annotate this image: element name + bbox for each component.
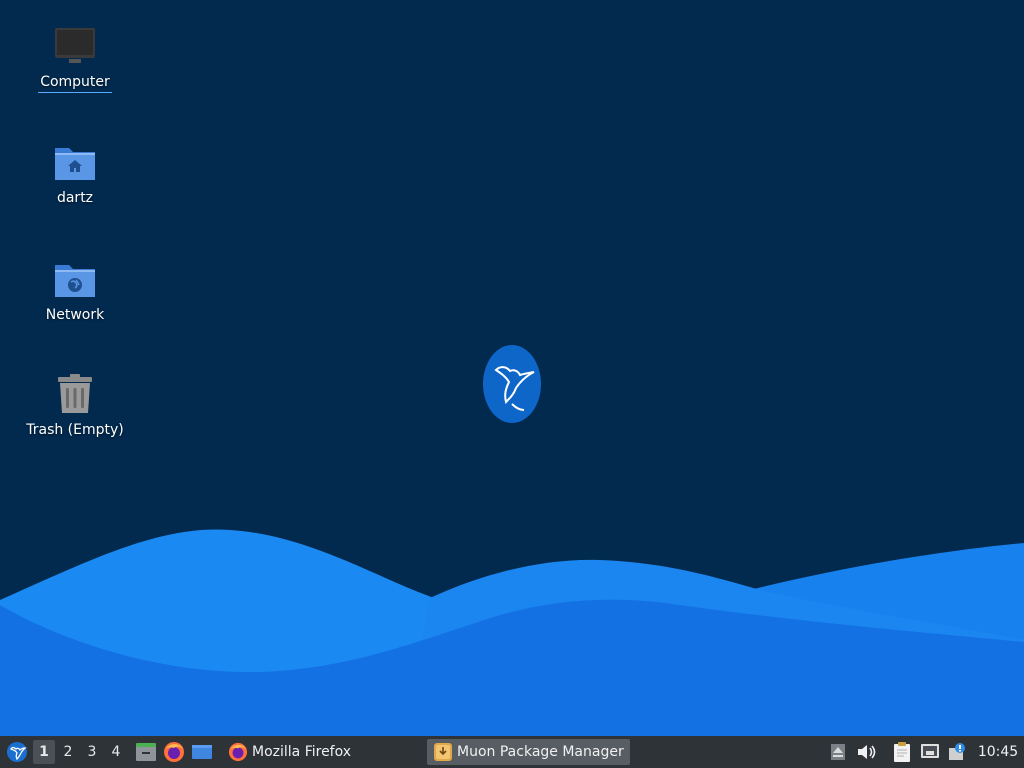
desktop-icon-computer[interactable]: Computer bbox=[20, 22, 130, 93]
clipboard-icon bbox=[894, 742, 910, 762]
computer-icon bbox=[51, 22, 99, 70]
task-mozilla-firefox[interactable]: Mozilla Firefox bbox=[222, 739, 357, 765]
firefox-icon bbox=[228, 742, 248, 762]
desktop-icon-network[interactable]: Network bbox=[20, 255, 130, 325]
trash-icon bbox=[51, 370, 99, 418]
workspace-3-button[interactable]: 3 bbox=[81, 740, 103, 764]
home-folder-icon bbox=[51, 138, 99, 186]
workspace-1-button[interactable]: 1 bbox=[33, 740, 55, 764]
firefox-icon bbox=[164, 742, 184, 762]
volume-icon bbox=[858, 745, 876, 759]
hummingbird-logo bbox=[483, 345, 541, 423]
desktop-icon-home[interactable]: dartz bbox=[20, 138, 130, 208]
file-manager-launcher[interactable] bbox=[132, 736, 160, 768]
desktop-icon-label: Computer bbox=[38, 74, 112, 93]
desktop-icon-label: dartz bbox=[56, 190, 94, 206]
network-folder-icon bbox=[51, 255, 99, 303]
eject-icon bbox=[831, 744, 845, 760]
volume-button[interactable] bbox=[852, 736, 880, 768]
task-muon-package-manager[interactable]: Muon Package Manager bbox=[427, 739, 630, 765]
show-desktop-icon bbox=[192, 745, 212, 759]
firefox-launcher[interactable] bbox=[160, 736, 188, 768]
desktop-icon-label: Trash (Empty) bbox=[26, 422, 124, 438]
system-tray: 10:45 bbox=[824, 736, 1024, 768]
taskbar: 1 2 3 4 Mozilla Firefox Muon Package Man… bbox=[0, 736, 1024, 768]
workspace-4-button[interactable]: 4 bbox=[105, 740, 127, 764]
workspace-2-button[interactable]: 2 bbox=[57, 740, 79, 764]
desktop-icon-label: Network bbox=[45, 307, 105, 323]
file-manager-icon bbox=[136, 743, 156, 761]
task-label: Mozilla Firefox bbox=[252, 744, 352, 760]
eject-button[interactable] bbox=[824, 736, 852, 768]
task-label: Muon Package Manager bbox=[457, 744, 624, 760]
network-button[interactable] bbox=[916, 736, 944, 768]
update-notifier-button[interactable] bbox=[944, 736, 972, 768]
start-menu-button[interactable] bbox=[2, 736, 32, 768]
desktop[interactable]: Computer dartz Network Trash (Empty) bbox=[0, 0, 1024, 736]
clipboard-button[interactable] bbox=[888, 736, 916, 768]
network-wired-icon bbox=[921, 744, 939, 758]
show-desktop-launcher[interactable] bbox=[188, 736, 216, 768]
package-manager-icon bbox=[434, 743, 453, 761]
clock[interactable]: 10:45 bbox=[972, 744, 1024, 760]
lubuntu-start-icon bbox=[7, 742, 27, 762]
update-notifier-icon bbox=[949, 743, 965, 760]
desktop-icon-trash[interactable]: Trash (Empty) bbox=[20, 370, 130, 440]
